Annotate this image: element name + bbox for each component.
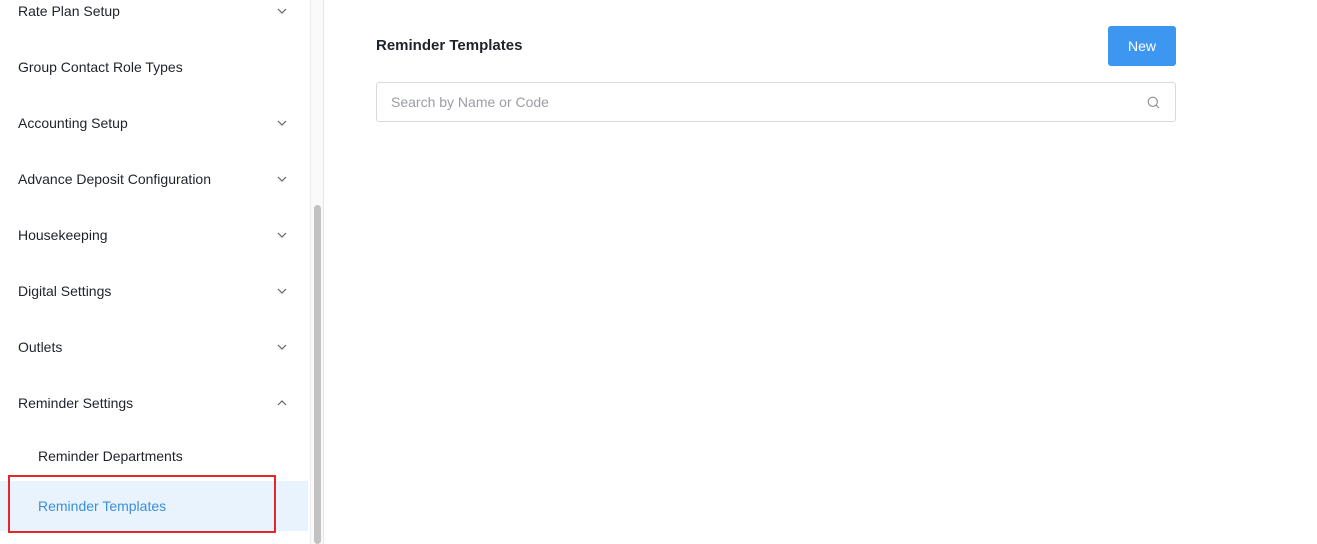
search-box[interactable] <box>376 82 1176 122</box>
sidebar-item-label: Rate Plan Setup <box>18 3 120 19</box>
sidebar-item-label: Housekeeping <box>18 227 108 243</box>
new-button[interactable]: New <box>1108 26 1176 66</box>
chevron-down-icon <box>276 229 288 241</box>
scrollbar-thumb[interactable] <box>314 205 321 544</box>
sidebar-subitem-reminder-templates[interactable]: Reminder Templates <box>0 481 308 531</box>
sidebar-item-reminder-settings[interactable]: Reminder Settings <box>0 375 308 431</box>
sidebar-item-label: Reminder Settings <box>18 395 134 411</box>
sidebar-item-label: Group Contact Role Types <box>18 59 183 75</box>
search-input[interactable] <box>377 83 1146 121</box>
sidebar-scrollbar[interactable] <box>310 0 323 544</box>
sidebar-item-advance-deposit-configuration[interactable]: Advance Deposit Configuration <box>0 151 308 207</box>
chevron-down-icon <box>276 173 288 185</box>
sidebar: Rate Plan Setup Group Contact Role Types… <box>0 0 310 544</box>
sidebar-item-label: Digital Settings <box>18 283 112 299</box>
sidebar-item-group-contact-role-types[interactable]: Group Contact Role Types <box>0 39 308 95</box>
chevron-down-icon <box>276 117 288 129</box>
chevron-down-icon <box>276 5 288 17</box>
sidebar-item-accounting-setup[interactable]: Accounting Setup <box>0 95 308 151</box>
sidebar-item-digital-settings[interactable]: Digital Settings <box>0 263 308 319</box>
sidebar-item-rate-plan-setup[interactable]: Rate Plan Setup <box>0 0 308 39</box>
sidebar-item-label: Advance Deposit Configuration <box>18 171 212 187</box>
chevron-up-icon <box>276 397 288 409</box>
sidebar-item-label: Outlets <box>18 339 63 355</box>
sidebar-subitem-reminder-departments[interactable]: Reminder Departments <box>0 431 308 481</box>
search-icon[interactable] <box>1146 95 1160 109</box>
chevron-down-icon <box>276 341 288 353</box>
sidebar-item-label: Accounting Setup <box>18 115 128 131</box>
sidebar-item-housekeeping[interactable]: Housekeeping <box>0 207 308 263</box>
app-window: Rate Plan Setup Group Contact Role Types… <box>0 0 1317 544</box>
main-panel: Reminder Templates New <box>324 0 1317 544</box>
chevron-down-icon <box>276 285 288 297</box>
sidebar-item-outlets[interactable]: Outlets <box>0 319 308 375</box>
sidebar-subitem-label: Reminder Templates <box>38 498 167 514</box>
page-title: Reminder Templates <box>376 37 523 54</box>
sidebar-subitem-label: Reminder Departments <box>38 448 183 464</box>
